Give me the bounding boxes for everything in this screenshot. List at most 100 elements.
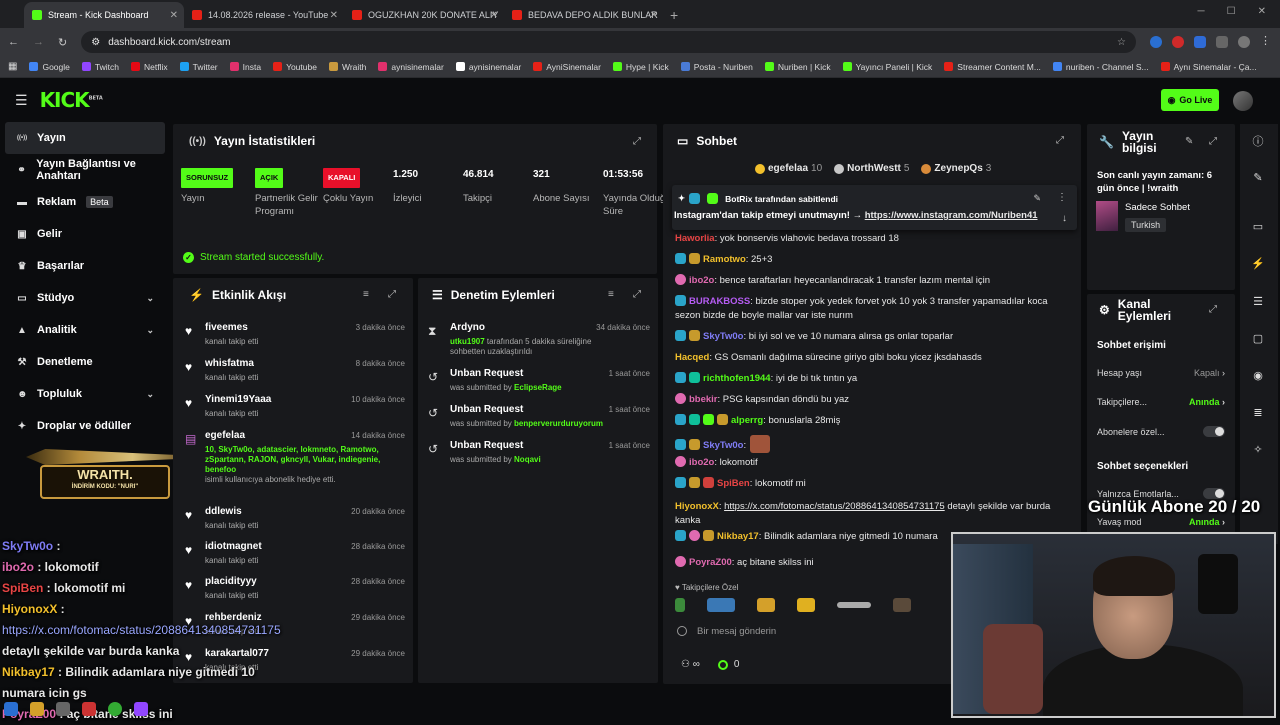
filter-icon[interactable]: ≡ — [363, 289, 369, 300]
mod-action-title[interactable]: Unban Request — [450, 368, 523, 379]
bookmark-item[interactable]: aynisinemalar — [455, 62, 521, 72]
go-live-button[interactable]: ◉ Go Live — [1161, 89, 1219, 111]
sidebar-item-gelir[interactable]: ▣ Gelir — [0, 218, 172, 250]
activity-username[interactable]: ddlewis — [205, 506, 242, 517]
extension-icon[interactable] — [1194, 36, 1206, 48]
chat-username[interactable]: BURAKBOSS — [689, 296, 750, 307]
chat-link[interactable]: https://x.com/fotomac/status/20886413408… — [724, 501, 945, 512]
chat-username[interactable]: Nikbay17 — [717, 531, 759, 542]
bookmark-item[interactable]: Twitter — [179, 62, 218, 72]
bookmark-item[interactable]: nuriben - Channel S... — [1052, 62, 1149, 72]
bookmark-item[interactable]: Aynı Sinemalar - Ça... — [1160, 62, 1257, 72]
bookmark-item[interactable]: Youtube — [273, 62, 317, 72]
bookmark-item[interactable]: Netflix — [130, 62, 168, 72]
back-icon[interactable]: ← — [8, 36, 19, 48]
edit-icon[interactable]: ✎ — [1185, 136, 1193, 147]
setting-row[interactable]: Yavaş mod Anında › — [1097, 517, 1225, 527]
avatar[interactable] — [1233, 91, 1253, 111]
taskbar-app-icon[interactable] — [134, 702, 148, 716]
emote-icon[interactable] — [837, 602, 871, 608]
emoji-icon[interactable] — [677, 626, 687, 636]
taskbar-app-icon[interactable] — [4, 702, 18, 716]
expand-icon[interactable]: ⤢ — [633, 289, 641, 300]
bookmark-item[interactable]: Yayıncı Paneli | Kick — [842, 62, 932, 72]
chevron-down-icon[interactable]: ⌄ — [146, 293, 154, 304]
sidebar-item-reklam[interactable]: ▬ Reklam Beta — [0, 186, 172, 218]
setting-value[interactable]: Anında › — [1189, 517, 1225, 527]
mod-action-user[interactable]: Noqavi — [514, 455, 541, 464]
category-name[interactable]: Sadece Sohbet — [1125, 202, 1190, 213]
activity-username[interactable]: Yinemi19Yaaa — [205, 394, 271, 405]
forward-icon[interactable]: → — [33, 36, 44, 48]
chat-bubble-icon[interactable]: ▢ — [1250, 331, 1266, 347]
chat-username[interactable]: HiyonoxX — [675, 501, 719, 512]
toggle-switch[interactable] — [1203, 426, 1225, 437]
expand-icon[interactable]: ⤢ — [1209, 304, 1217, 315]
bookmark-item[interactable]: Wraith — [328, 62, 366, 72]
setting-row[interactable]: Takipçilere... Anında › — [1097, 397, 1225, 407]
pen-icon[interactable]: ✎ — [1250, 170, 1266, 186]
bookmark-item[interactable]: Hype | Kick — [612, 62, 669, 72]
chevron-down-icon[interactable]: ⌄ — [146, 389, 154, 400]
activity-username[interactable]: fiveemes — [205, 322, 248, 333]
chat-username[interactable]: Ramotwo — [703, 254, 746, 265]
menu-kebab-icon[interactable]: ⋮ — [1260, 36, 1272, 48]
puzzle-icon[interactable] — [1216, 36, 1228, 48]
sidebar-item-stüdyo[interactable]: ▭ Stüdyo ⌄ — [0, 282, 172, 314]
browser-tab[interactable]: OGUZKHAN 20K DONATE ALIY ✕ — [344, 2, 504, 28]
pinned-link[interactable]: https://www.instagram.com/Nuriben41 — [865, 210, 1038, 221]
setting-value[interactable]: Kapalı › — [1194, 368, 1225, 378]
hamburger-menu-icon[interactable]: ☰ — [15, 92, 28, 109]
setting-row[interactable]: Abonelere özel... — [1097, 426, 1225, 437]
close-tab-icon[interactable]: ✕ — [170, 10, 178, 21]
users-icon[interactable]: ⚇ ∞ — [681, 659, 700, 670]
mod-action-user[interactable]: benperverurduruyorum — [514, 419, 603, 428]
bookmark-item[interactable]: AyniSinemalar — [533, 62, 601, 72]
activity-username[interactable]: whisfatma — [205, 358, 254, 369]
sidebar-item-yayın-bağlantısı-ve-anahtarı[interactable]: ⚭ Yayın Bağlantısı ve Anahtarı — [0, 154, 172, 186]
bookmark-star-icon[interactable]: ☆ — [1117, 37, 1126, 48]
chat-username[interactable]: PoyraZ00 — [689, 557, 732, 568]
emote-icon[interactable] — [707, 598, 735, 612]
reload-icon[interactable]: ↻ — [58, 36, 67, 49]
unpin-icon[interactable]: ✎ — [1033, 193, 1041, 204]
browser-tab[interactable]: BEDAVA DEPO ALDIK BUNLAR ✕ — [504, 2, 664, 28]
sidebar-item-topluluk[interactable]: ☻ Topluluk ⌄ — [0, 378, 172, 410]
bookmark-item[interactable]: Google — [29, 62, 70, 72]
mod-action-title[interactable]: Ardyno — [450, 322, 485, 333]
taskbar-app-icon[interactable] — [108, 702, 122, 716]
sidebar-item-denetleme[interactable]: ⚒ Denetleme — [0, 346, 172, 378]
card-icon[interactable]: ▭ — [1250, 219, 1266, 235]
emote-icon[interactable] — [893, 598, 911, 612]
category-thumbnail[interactable] — [1096, 201, 1118, 231]
leaderboard-entry[interactable]: egefelaa 10 — [755, 163, 822, 174]
wrench-icon[interactable]: ✧ — [1250, 442, 1266, 458]
bookmark-item[interactable]: Twitch — [81, 62, 119, 72]
emote-icon[interactable] — [675, 598, 685, 612]
activity-username[interactable]: egefelaa — [205, 430, 245, 441]
chat-username[interactable]: alperrg — [731, 415, 763, 426]
mod-action-user[interactable]: utku1907 — [450, 337, 485, 346]
bookmark-item[interactable]: Posta - Nuriben — [680, 62, 753, 72]
extension-icon[interactable] — [1150, 36, 1162, 48]
leaderboard-entry[interactable]: NorthWestt 5 — [834, 163, 909, 174]
browser-tab[interactable]: 14.08.2026 release - YouTube ✕ — [184, 2, 344, 28]
chat-input[interactable]: Bir mesaj gönderin — [677, 620, 977, 642]
chat-username[interactable]: Haworlia — [675, 233, 715, 244]
chat-username[interactable]: bbekir — [689, 394, 718, 405]
expand-icon[interactable]: ⤢ — [633, 136, 641, 147]
chat-username[interactable]: SkyTw0o — [703, 331, 743, 342]
kick-logo[interactable]: KICKBETA — [40, 88, 103, 112]
taskbar-app-icon[interactable] — [30, 702, 44, 716]
sidebar-item-başarılar[interactable]: ♛ Başarılar — [0, 250, 172, 282]
broadcast-icon[interactable]: ◉ — [1250, 368, 1266, 384]
collapse-arrow-icon[interactable]: ↓ — [1062, 213, 1067, 224]
mod-action-title[interactable]: Unban Request — [450, 440, 523, 451]
list-icon[interactable]: ☰ — [1250, 294, 1266, 310]
browser-tab[interactable]: Stream - Kick Dashboard ✕ — [24, 2, 184, 28]
chat-username[interactable]: richthofen1944 — [703, 373, 771, 384]
chat-username[interactable]: SkyTw0o — [703, 440, 743, 451]
maximize-icon[interactable]: ☐ — [1227, 6, 1236, 17]
expand-icon[interactable]: ⤢ — [388, 289, 396, 300]
mod-action-user[interactable]: EclipseRage — [514, 383, 562, 392]
